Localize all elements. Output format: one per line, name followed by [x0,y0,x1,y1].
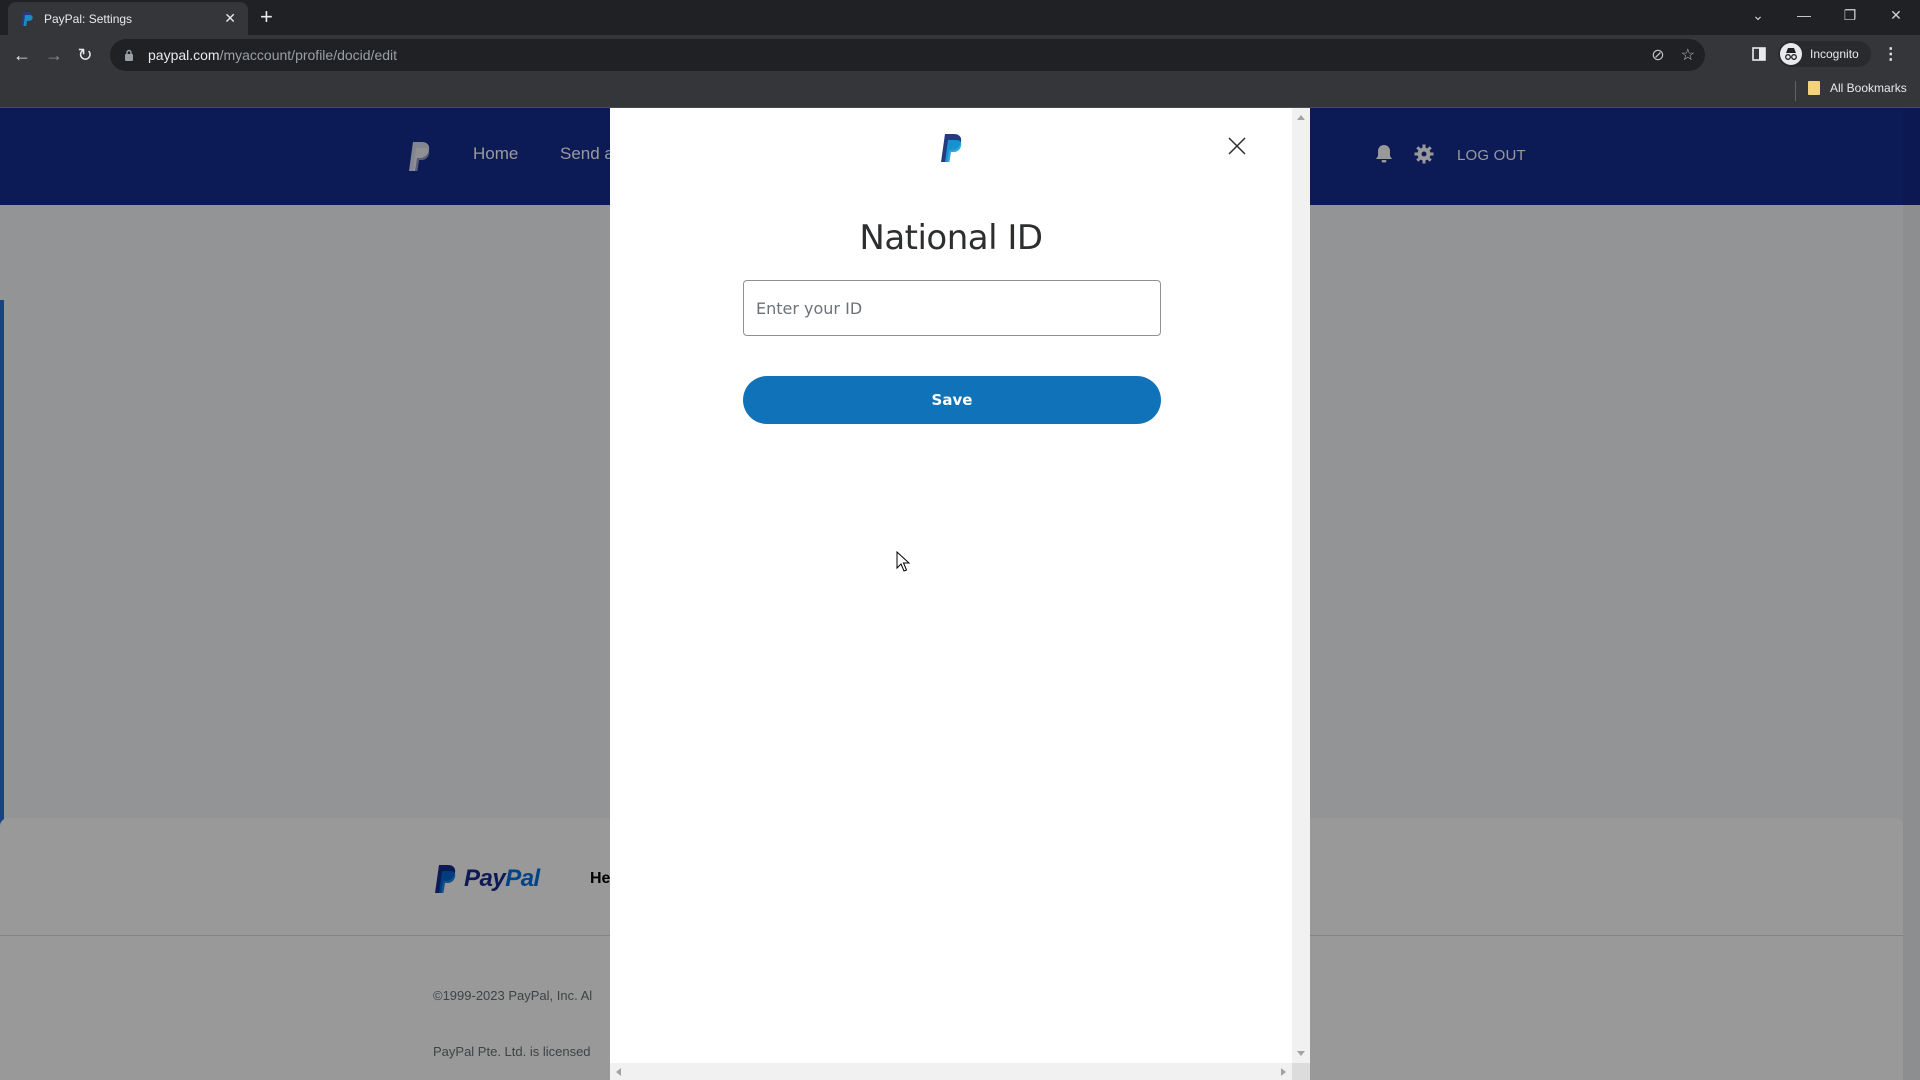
national-id-input[interactable] [743,280,1161,336]
incognito-profile-button[interactable]: Incognito [1778,41,1871,67]
mouse-cursor-icon [896,551,910,572]
dialog-title: National ID [859,218,1043,258]
dialog-horizontal-scrollbar[interactable] [610,1063,1292,1080]
all-bookmarks-button[interactable]: All Bookmarks [1808,81,1907,95]
url-domain: paypal.com [148,47,220,63]
all-bookmarks-label: All Bookmarks [1830,81,1907,95]
bookmark-star-icon[interactable]: ☆ [1681,45,1695,65]
tab-title: PayPal: Settings [44,11,133,26]
scroll-right-icon[interactable] [1281,1068,1286,1076]
close-icon[interactable] [1226,135,1248,157]
reload-icon[interactable]: ↻ [73,43,97,67]
incognito-icon [1780,43,1802,65]
profile-label: Incognito [1810,47,1859,61]
url-bar[interactable]: paypal.com/myaccount/profile/docid/edit … [110,39,1705,71]
paypal-page: Home Send a LOG OUT PayPal He ©1999-2023… [0,108,1920,1080]
browser-tab-bar: PayPal: Settings ✕ + ⌄ — ❐ ✕ [0,0,1920,35]
scrollbar-corner [1292,1063,1310,1080]
national-id-dialog: National ID Save [610,108,1310,1080]
tab-search-icon[interactable]: ⌄ [1735,7,1781,24]
address-toolbar: ← → ↻ paypal.com/myaccount/profile/docid… [0,35,1920,75]
side-panel-icon[interactable] [1752,47,1766,61]
folder-icon [1808,81,1820,95]
bookmarks-bar: All Bookmarks [0,75,1920,108]
new-tab-button[interactable]: + [260,5,273,29]
window-close-icon[interactable]: ✕ [1873,7,1919,24]
forward-icon[interactable]: → [42,43,66,67]
restore-icon[interactable]: ❐ [1827,7,1873,24]
scroll-up-icon[interactable] [1297,115,1305,120]
paypal-favicon-icon [21,11,33,26]
dialog-vertical-scrollbar[interactable] [1292,108,1310,1063]
save-button[interactable]: Save [743,376,1161,424]
url-path: /myaccount/profile/docid/edit [219,47,398,63]
browser-tab[interactable]: PayPal: Settings ✕ [8,2,248,35]
tab-close-icon[interactable]: ✕ [224,10,236,27]
window-controls: ⌄ — ❐ ✕ [1735,0,1919,30]
back-icon[interactable]: ← [10,43,34,67]
eye-off-icon[interactable]: ⊘ [1651,45,1664,65]
lock-icon [125,49,133,61]
browser-menu-icon[interactable]: ⋮ [1883,44,1899,64]
scroll-down-icon[interactable] [1297,1051,1305,1056]
page-scrollbar[interactable] [1903,108,1920,1080]
paypal-logo-icon [941,134,962,162]
minimize-icon[interactable]: — [1781,7,1827,23]
bookmarks-divider [1795,81,1796,101]
scroll-left-icon[interactable] [616,1068,621,1076]
